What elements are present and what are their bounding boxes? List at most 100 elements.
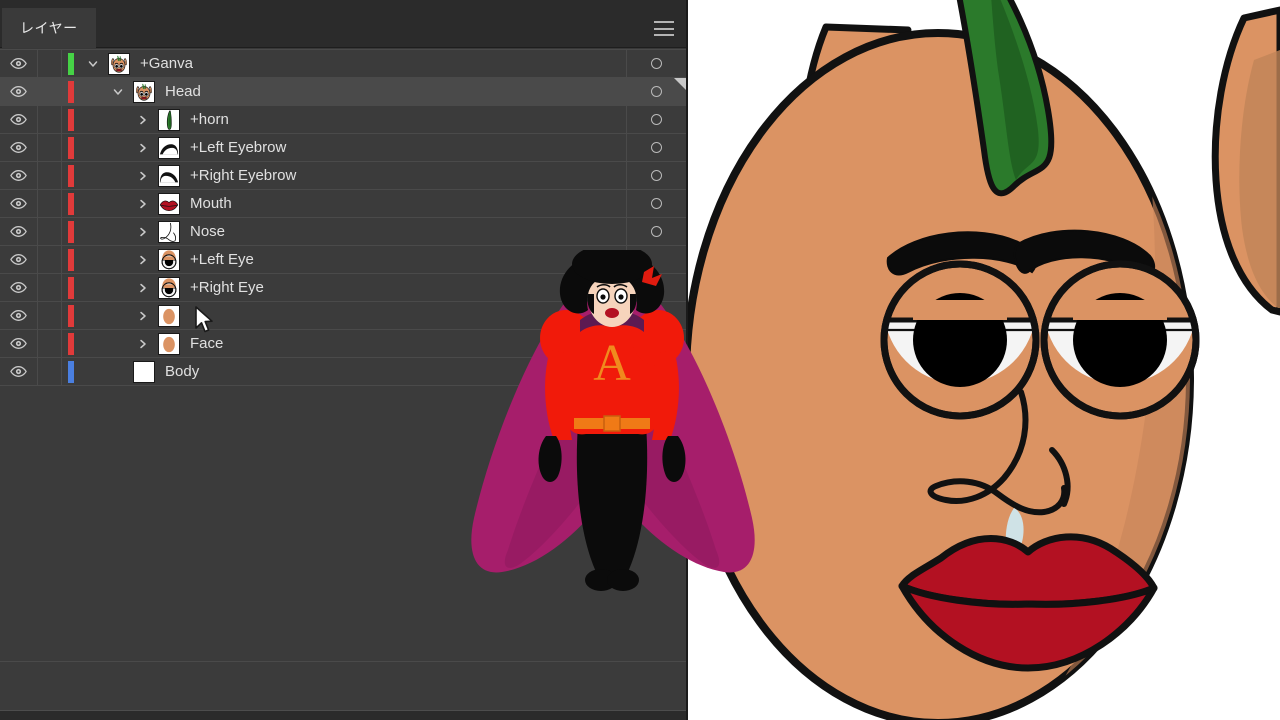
layer-lock-cell[interactable] — [38, 301, 62, 330]
layer-row[interactable]: +horn — [0, 105, 686, 134]
layer-lock-cell[interactable] — [38, 217, 62, 246]
layer-visibility-toggle[interactable] — [0, 189, 38, 218]
layer-mask-ring-icon[interactable] — [651, 142, 662, 153]
layer-row[interactable]: Mouth — [0, 189, 686, 218]
layer-lock-cell[interactable] — [38, 77, 62, 106]
layer-visibility-toggle[interactable] — [0, 105, 38, 134]
tab-layers[interactable]: レイヤー — [2, 8, 96, 48]
layer-color-strip[interactable] — [62, 358, 80, 386]
canvas-artwork-ganva-head — [688, 0, 1280, 720]
layer-mask-cell[interactable] — [626, 189, 686, 218]
chevron-right-icon[interactable] — [130, 274, 156, 302]
layer-indent-spacer — [80, 302, 130, 330]
layer-color-strip[interactable] — [62, 218, 80, 246]
layer-color-strip[interactable] — [62, 50, 80, 78]
layer-mask-cell[interactable] — [626, 105, 686, 134]
layer-row[interactable]: +Ganva — [0, 49, 686, 78]
layer-name-label[interactable]: Nose — [190, 223, 626, 240]
layer-row[interactable]: +Left Eye — [0, 245, 686, 274]
layer-mask-cell[interactable] — [626, 273, 686, 302]
layer-color-strip[interactable] — [62, 134, 80, 162]
layer-name-label[interactable]: Body — [165, 363, 626, 380]
chevron-right-icon[interactable] — [130, 302, 156, 330]
layer-name-label[interactable]: Mouth — [190, 195, 626, 212]
layer-row[interactable]: +Right Eyebrow — [0, 161, 686, 190]
layer-visibility-toggle[interactable] — [0, 357, 38, 386]
layer-color-strip[interactable] — [62, 190, 80, 218]
chevron-down-icon[interactable] — [80, 50, 106, 78]
hamburger-menu-icon[interactable] — [654, 21, 674, 36]
layer-color-strip[interactable] — [62, 246, 80, 274]
layer-mask-ring-icon[interactable] — [651, 198, 662, 209]
layer-color-strip[interactable] — [62, 78, 80, 106]
layer-mask-cell[interactable] — [626, 301, 686, 330]
layer-mask-cell[interactable] — [626, 357, 686, 386]
layer-lock-cell[interactable] — [38, 161, 62, 190]
layer-visibility-toggle[interactable] — [0, 273, 38, 302]
layer-color-strip[interactable] — [62, 162, 80, 190]
layer-thumbnail — [156, 304, 182, 327]
layer-lock-cell[interactable] — [38, 49, 62, 78]
layer-name-label[interactable]: +Left Eye — [190, 251, 626, 268]
chevron-right-icon[interactable] — [130, 246, 156, 274]
layer-name-label[interactable]: Face — [190, 335, 626, 352]
layer-lock-cell[interactable] — [38, 133, 62, 162]
layer-name-label[interactable]: +Ganva — [140, 55, 626, 72]
layer-thumbnail — [156, 108, 182, 131]
layer-mask-ring-icon[interactable] — [651, 114, 662, 125]
layer-thumbnail — [156, 164, 182, 187]
canvas-area[interactable] — [688, 0, 1280, 720]
chevron-down-icon[interactable] — [105, 78, 131, 106]
layer-color-strip[interactable] — [62, 330, 80, 358]
layer-thumbnail — [156, 248, 182, 271]
layer-mask-ring-icon[interactable] — [651, 170, 662, 181]
layer-color-strip[interactable] — [62, 274, 80, 302]
layer-name-label[interactable]: +Right Eye — [190, 279, 626, 296]
layer-row[interactable]: Nose — [0, 217, 686, 246]
layer-mask-cell[interactable] — [626, 49, 686, 78]
layer-lock-cell[interactable] — [38, 189, 62, 218]
layer-lock-cell[interactable] — [38, 245, 62, 274]
layer-visibility-toggle[interactable] — [0, 49, 38, 78]
layer-visibility-toggle[interactable] — [0, 301, 38, 330]
layer-row[interactable]: Head — [0, 77, 686, 106]
layer-visibility-toggle[interactable] — [0, 329, 38, 358]
layer-mask-cell[interactable] — [626, 329, 686, 358]
layer-mask-cell[interactable] — [626, 133, 686, 162]
layer-visibility-toggle[interactable] — [0, 245, 38, 274]
layer-lock-cell[interactable] — [38, 273, 62, 302]
layer-lock-cell[interactable] — [38, 105, 62, 134]
layer-mask-cell[interactable] — [626, 217, 686, 246]
chevron-right-icon[interactable] — [130, 134, 156, 162]
layer-lock-cell[interactable] — [38, 329, 62, 358]
layer-visibility-toggle[interactable] — [0, 217, 38, 246]
chevron-right-icon[interactable] — [130, 218, 156, 246]
layer-visibility-toggle[interactable] — [0, 133, 38, 162]
layer-mask-ring-icon[interactable] — [651, 226, 662, 237]
layer-visibility-toggle[interactable] — [0, 161, 38, 190]
layer-row[interactable]: Face — [0, 329, 686, 358]
chevron-right-icon[interactable] — [130, 162, 156, 190]
layer-row[interactable] — [0, 301, 686, 330]
chevron-right-icon[interactable] — [130, 190, 156, 218]
layer-name-label[interactable]: +horn — [190, 111, 626, 128]
layer-color-strip[interactable] — [62, 106, 80, 134]
chevron-right-icon[interactable] — [130, 330, 156, 358]
layer-mask-cell[interactable] — [626, 245, 686, 274]
layer-row[interactable]: +Left Eyebrow — [0, 133, 686, 162]
layer-mask-ring-icon[interactable] — [651, 86, 662, 97]
layer-row[interactable]: Body — [0, 357, 686, 386]
layer-list[interactable]: +Ganva Head +horn +Left Eyebrow +Right Eyebr… — [0, 49, 686, 661]
layer-name-label[interactable]: Head — [165, 83, 626, 100]
layer-name-label[interactable]: +Left Eyebrow — [190, 139, 626, 156]
layer-visibility-toggle[interactable] — [0, 77, 38, 106]
chevron-right-icon[interactable] — [130, 106, 156, 134]
left-eye-thumb — [158, 248, 180, 271]
layer-mask-ring-icon[interactable] — [651, 58, 662, 69]
layer-color-strip[interactable] — [62, 302, 80, 330]
layer-lock-cell[interactable] — [38, 357, 62, 386]
layer-name-label[interactable]: +Right Eyebrow — [190, 167, 626, 184]
layer-mask-cell[interactable] — [626, 161, 686, 190]
layer-row[interactable]: +Right Eye — [0, 273, 686, 302]
ganva-head-thumb — [133, 80, 155, 103]
